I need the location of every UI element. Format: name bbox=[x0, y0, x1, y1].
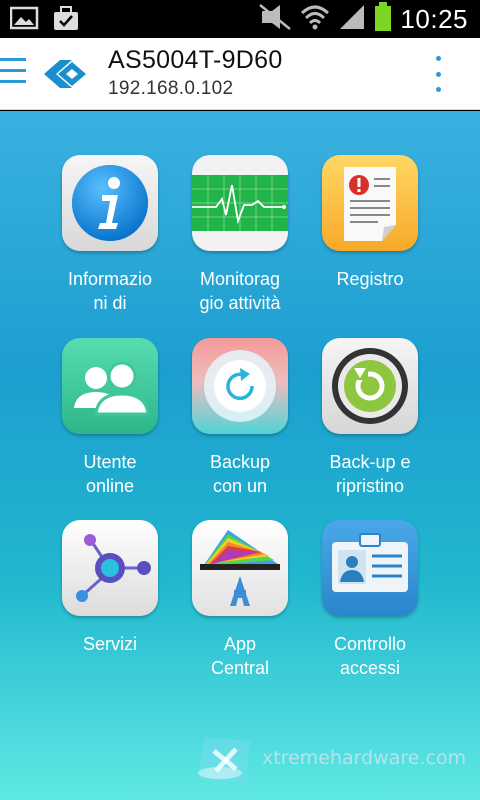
battery-icon bbox=[374, 2, 392, 37]
tile-label: Back-up e ripristino bbox=[329, 452, 411, 496]
tile-label: Backup con un bbox=[209, 452, 271, 496]
watermark: xtremehardware.com bbox=[190, 731, 466, 791]
users-icon bbox=[62, 338, 158, 434]
tile-registro[interactable]: Registro bbox=[305, 155, 435, 291]
wifi-icon bbox=[300, 3, 330, 36]
activity-monitor-icon bbox=[192, 155, 288, 251]
restore-icon bbox=[322, 338, 418, 434]
clock: 10:25 bbox=[400, 4, 468, 34]
tile-label: Monitorag gio attività bbox=[199, 269, 281, 313]
tile-backup-un[interactable]: Backup con un bbox=[175, 338, 305, 498]
status-bar: 10:25 bbox=[0, 0, 480, 38]
signal-icon bbox=[338, 3, 366, 36]
watermark-text: xtremehardware.com bbox=[262, 747, 467, 769]
app-central-icon bbox=[192, 520, 288, 616]
page-title: AS5004T-9D60 bbox=[108, 46, 283, 74]
mute-icon bbox=[258, 3, 292, 36]
tile-label: Utente online bbox=[83, 452, 137, 496]
tile-label: Informazio ni di bbox=[67, 269, 153, 313]
tile-monitoraggio[interactable]: Monitorag gio attività bbox=[175, 155, 305, 315]
tile-label: App Central bbox=[210, 634, 270, 678]
tile-controllo-accessi[interactable]: Controllo accessi bbox=[305, 520, 435, 680]
tile-label: Controllo accessi bbox=[333, 634, 407, 678]
overflow-menu-icon[interactable] bbox=[434, 56, 442, 92]
tile-label: Servizi bbox=[82, 634, 137, 654]
hamburger-menu-icon[interactable] bbox=[0, 58, 26, 88]
services-icon bbox=[62, 520, 158, 616]
image-notification-icon bbox=[9, 5, 40, 38]
tile-servizi[interactable]: Servizi bbox=[45, 520, 175, 656]
tile-utente-online[interactable]: Utente online bbox=[45, 338, 175, 498]
app-bar: AS5004T-9D60 192.168.0.102 bbox=[0, 38, 480, 110]
id-badge-icon bbox=[322, 520, 418, 616]
log-document-icon bbox=[322, 155, 418, 251]
tile-label: Registro bbox=[336, 269, 404, 289]
backup-sync-icon bbox=[192, 338, 288, 434]
app-grid: Informazioni di Monitoraggio attività bbox=[0, 111, 480, 800]
briefcase-check-icon bbox=[52, 5, 80, 38]
tile-backup-ripristino[interactable]: Back-up e ripristino bbox=[305, 338, 435, 498]
app-logo-icon bbox=[42, 58, 88, 90]
tile-app-central[interactable]: App Central bbox=[175, 520, 305, 680]
ip-address: 192.168.0.102 bbox=[108, 78, 234, 99]
info-icon bbox=[62, 155, 158, 251]
tile-informazioni[interactable]: Informazio ni di bbox=[45, 155, 175, 315]
